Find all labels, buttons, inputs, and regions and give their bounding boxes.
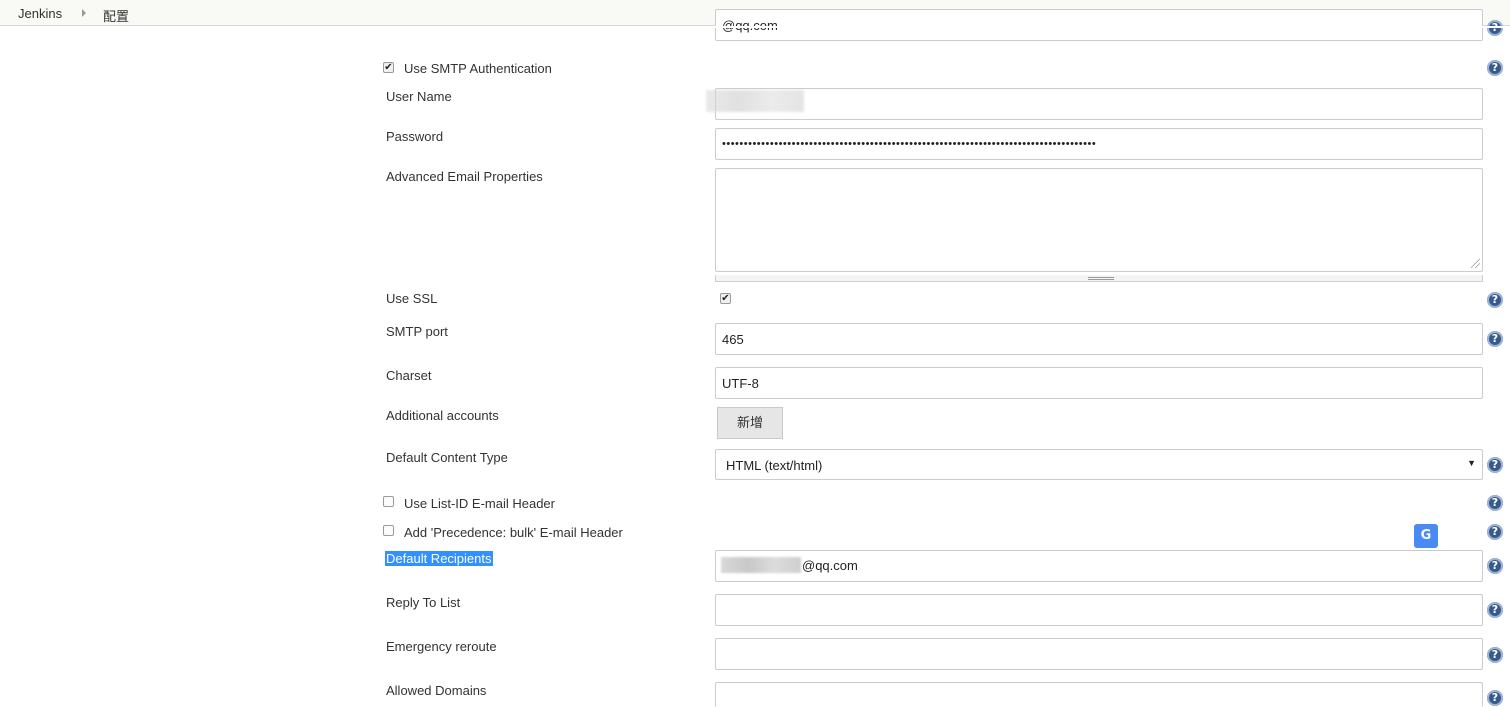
help-icon[interactable]: ?	[1487, 558, 1503, 574]
breadcrumb-separator-icon	[82, 9, 86, 17]
help-icon[interactable]: ?	[1487, 20, 1503, 36]
use-ssl-label: Use SSL	[386, 291, 438, 306]
smtp-port-input[interactable]	[715, 323, 1483, 355]
password-input[interactable]	[715, 128, 1483, 160]
help-icon[interactable]: ?	[1487, 457, 1503, 473]
advanced-email-properties-textarea[interactable]	[715, 168, 1483, 272]
help-icon[interactable]: ?	[1487, 647, 1503, 663]
user-name-input[interactable]	[715, 88, 1483, 120]
precedence-bulk-label: Add 'Precedence: bulk' E-mail Header	[404, 525, 623, 540]
reply-to-list-label: Reply To List	[386, 595, 461, 610]
content-type-selected-value: HTML (text/html)	[726, 458, 823, 473]
default-content-type-label: Default Content Type	[386, 450, 508, 465]
use-ssl-checkbox[interactable]: ✔	[720, 293, 731, 304]
smtp-server-field[interactable]	[715, 9, 1483, 41]
charset-label: Charset	[386, 368, 432, 383]
redacted-recipient	[721, 557, 801, 573]
textarea-resize-corner-icon[interactable]	[1471, 259, 1480, 268]
password-label: Password	[386, 129, 444, 144]
list-id-label: Use List-ID E-mail Header	[404, 496, 555, 511]
user-name-label: User Name	[386, 89, 452, 104]
breadcrumb-jenkins[interactable]: Jenkins	[18, 6, 62, 21]
dropdown-arrow-icon: ▼	[1467, 458, 1476, 468]
emergency-reroute-label: Emergency reroute	[386, 639, 497, 654]
textarea-resize-handle[interactable]	[715, 275, 1483, 282]
help-icon[interactable]: ?	[1487, 331, 1503, 347]
allowed-domains-label: Allowed Domains	[386, 683, 487, 698]
redacted-username	[706, 90, 804, 112]
allowed-domains-input[interactable]	[715, 682, 1483, 707]
reply-to-list-input[interactable]	[715, 594, 1483, 626]
google-translate-icon[interactable]: G	[1414, 524, 1438, 548]
precedence-bulk-checkbox[interactable]	[383, 525, 394, 536]
smtp-auth-checkbox[interactable]: ✔	[383, 62, 394, 73]
help-icon[interactable]: ?	[1487, 292, 1503, 308]
additional-accounts-label: Additional accounts	[386, 408, 499, 423]
breadcrumb-config[interactable]: 配置	[103, 6, 129, 25]
help-icon[interactable]: ?	[1487, 602, 1503, 618]
list-id-checkbox[interactable]	[383, 496, 394, 507]
default-recipients-label: Default Recipients	[385, 551, 493, 566]
help-icon[interactable]: ?	[1487, 60, 1503, 76]
help-icon[interactable]: ?	[1487, 524, 1503, 540]
help-icon[interactable]: ?	[1487, 495, 1503, 511]
emergency-reroute-input[interactable]	[715, 638, 1483, 670]
help-icon[interactable]: ?	[1487, 690, 1503, 706]
recipient-domain-text: @qq.com	[802, 558, 858, 573]
smtp-auth-label: Use SMTP Authentication	[404, 61, 552, 76]
grip-lines-icon	[1088, 277, 1114, 280]
scroll-mask	[0, 26, 1510, 28]
smtp-port-label: SMTP port	[386, 324, 448, 339]
add-account-button[interactable]: 新增	[717, 407, 783, 439]
advanced-email-properties-label: Advanced Email Properties	[386, 169, 543, 184]
charset-input[interactable]	[715, 367, 1483, 399]
default-content-type-select[interactable]: HTML (text/html) ▼	[715, 449, 1483, 480]
